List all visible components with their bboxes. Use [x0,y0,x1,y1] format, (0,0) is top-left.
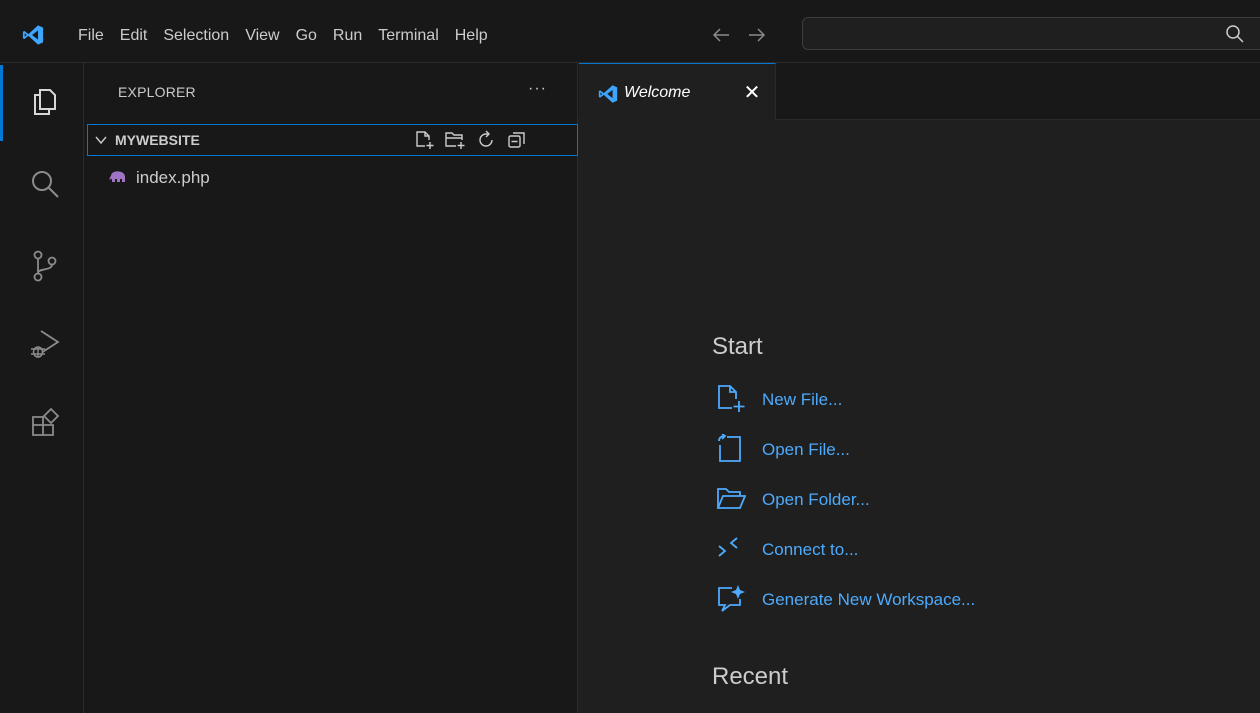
start-item-label: Open File... [762,440,850,459]
tab-bar: Welcome ✕ [578,63,1260,121]
activity-bar [0,63,84,713]
arrow-left-icon[interactable] [710,22,732,48]
vscode-logo-icon [598,85,618,103]
menu-edit[interactable]: Edit [112,23,156,49]
open-file-icon [718,434,741,462]
close-icon[interactable]: ✕ [741,83,763,105]
start-item-label: Open Folder... [762,490,870,509]
start-connect-to[interactable]: Connect to... [716,534,1116,584]
menu-terminal[interactable]: Terminal [370,23,446,49]
start-new-file[interactable]: New File... [716,384,1116,434]
menu-file[interactable]: File [76,23,112,49]
start-list: New File... Open File... Open Folder... [716,384,1116,634]
start-open-file[interactable]: Open File... [716,434,1116,484]
file-name: index.php [136,168,210,187]
extensions-icon[interactable] [27,404,63,440]
source-control-icon[interactable] [27,248,63,284]
search-icon[interactable] [27,166,63,202]
more-actions-button[interactable]: ··· [528,80,547,98]
menu-selection[interactable]: Selection [155,23,237,49]
run-debug-icon[interactable] [27,325,63,361]
start-heading: Start [712,333,763,360]
explorer-sidebar: EXPLORER ··· MYWEBSITE index.php [84,63,578,713]
open-folder-icon [716,488,746,509]
menu-run[interactable]: Run [325,23,370,49]
editor-area: Welcome ✕ Start New File... Open File... [578,63,1260,713]
start-item-label: New File... [762,390,843,409]
sparkle-chat-icon [718,585,745,612]
collapse-all-icon[interactable] [506,129,528,151]
folder-actions [413,129,528,151]
tab-label: Welcome [624,84,691,101]
menu-go[interactable]: Go [288,23,325,49]
menu-view[interactable]: View [237,23,287,49]
title-bar: File Edit Selection View Go Run Terminal… [0,0,1260,63]
folder-name: MYWEBSITE [115,132,200,148]
menu-bar: File Edit Selection View Go Run Terminal… [76,23,496,49]
refresh-icon[interactable] [475,129,497,151]
new-folder-icon[interactable] [444,129,466,151]
new-file-icon[interactable] [413,129,435,151]
folder-header[interactable]: MYWEBSITE [87,124,578,156]
arrow-right-icon[interactable] [746,22,768,48]
file-item-index-php[interactable]: index.php [84,163,578,193]
recent-heading: Recent [712,663,789,690]
start-item-label: Generate New Workspace... [762,590,976,609]
php-elephant-icon [109,171,125,182]
start-item-label: Connect to... [762,540,859,559]
remote-icon [718,537,738,557]
chevron-down-icon [95,136,107,145]
start-open-folder[interactable]: Open Folder... [716,484,1116,534]
start-generate-workspace[interactable]: Generate New Workspace... [716,584,1116,634]
search-icon [1226,25,1244,43]
sidebar-title: EXPLORER [118,84,196,100]
navigation-arrows [710,22,768,48]
tab-welcome[interactable]: Welcome ✕ [579,63,776,121]
command-center-search[interactable] [802,17,1260,50]
vscode-logo-icon [22,25,44,45]
menu-help[interactable]: Help [447,23,496,49]
new-file-icon [718,385,745,412]
active-indicator [0,65,3,141]
explorer-icon[interactable] [27,83,63,119]
